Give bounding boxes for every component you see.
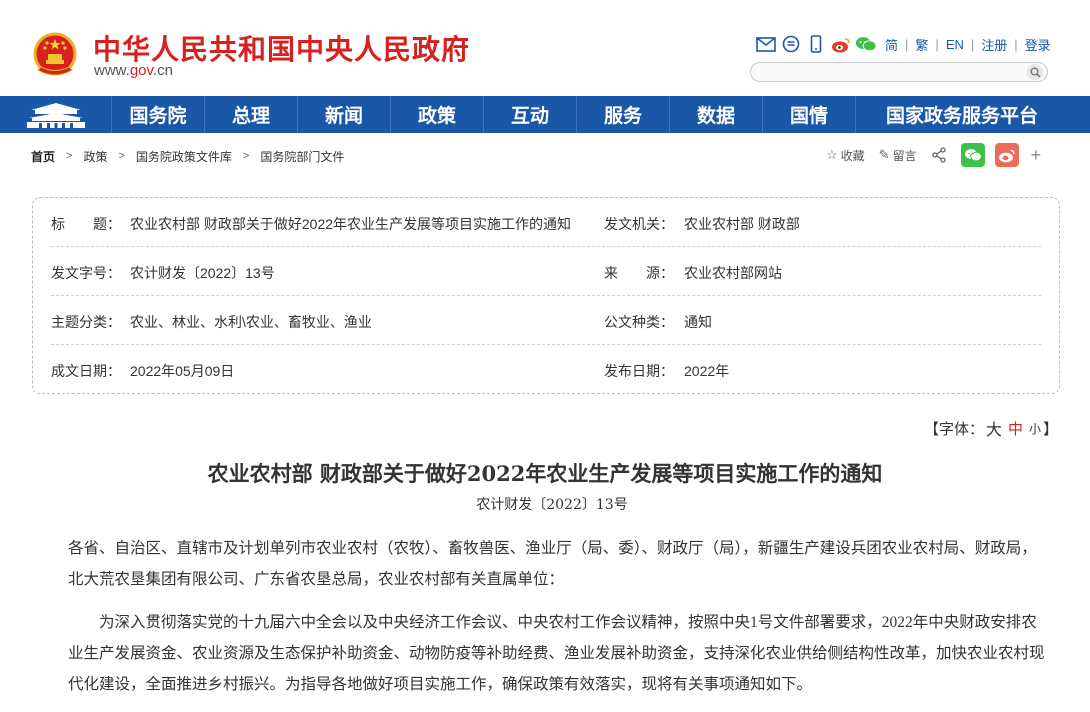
font-size-control: 【字体： 大 中 小 】 <box>924 416 1058 440</box>
breadcrumb-home[interactable]: 首页 <box>31 148 55 165</box>
message-icon[interactable] <box>780 34 802 54</box>
nav-item-premier[interactable]: 总理 <box>205 96 298 133</box>
nav-item-data[interactable]: 数据 <box>670 96 763 133</box>
meta-label: 来 源： <box>604 265 674 281</box>
meta-label: 公文种类： <box>604 314 674 330</box>
meta-value: 农业农村部 财政部关于做好2022年农业生产发展等项目实施工作的通知 <box>130 216 572 232</box>
meta-row: 发文字号： 农计财发〔2022〕13号 来 源： 农业农村部网站 <box>51 247 1041 296</box>
link-separator: | <box>970 37 975 52</box>
link-login[interactable]: 登录 <box>1025 35 1051 54</box>
link-traditional[interactable]: 繁 <box>915 35 928 54</box>
meta-value: 2022年05月09日 <box>130 363 235 379</box>
meta-value: 农业农村部网站 <box>684 265 782 281</box>
site-url-suffix: .cn <box>152 62 173 79</box>
link-simplified[interactable]: 简 <box>885 35 898 54</box>
breadcrumb-policy[interactable]: 政策 <box>83 148 107 165</box>
meta-row: 成文日期： 2022年05月09日 发布日期： 2022年 <box>51 345 1041 394</box>
mail-icon[interactable] <box>755 34 777 54</box>
link-register[interactable]: 注册 <box>981 35 1007 54</box>
meta-value: 通知 <box>684 314 712 330</box>
comment-button[interactable]: ✎ 留言 <box>879 147 917 164</box>
search-icon <box>1030 67 1041 78</box>
meta-label: 发布日期： <box>604 363 674 379</box>
comment-label: 留言 <box>892 148 917 163</box>
share-weibo-button[interactable] <box>994 143 1019 167</box>
article-paragraph-addressees: 各省、自治区、直辖市及计划单列市农业农村（农牧）、畜牧兽医、渔业厅（局、委）、财… <box>68 540 1037 588</box>
share-icon[interactable] <box>931 147 947 163</box>
search-input[interactable] <box>761 64 1021 80</box>
font-size-suffix: 】 <box>1043 420 1059 438</box>
more-share-button[interactable]: + <box>1031 145 1042 166</box>
font-size-medium-button[interactable]: 中 <box>1008 418 1023 439</box>
nav-item-news[interactable]: 新闻 <box>298 96 391 133</box>
font-size-prefix: 【字体： <box>924 420 985 438</box>
nav-item-gov-service-platform[interactable]: 国家政务服务平台 <box>856 96 1068 133</box>
meta-label: 标 题： <box>51 216 121 232</box>
site-url-prefix: www. <box>94 62 130 79</box>
nav-home[interactable] <box>0 96 112 133</box>
meta-label: 发文机关： <box>604 216 674 232</box>
share-toolbar: ☆ 收藏 ✎ 留言 + <box>826 143 1041 167</box>
meta-value: 农业农村部 财政部 <box>684 216 800 232</box>
header-tool-icons <box>755 33 880 55</box>
link-separator: | <box>905 37 909 52</box>
nav-item-services[interactable]: 服务 <box>577 96 670 133</box>
meta-value: 2022年 <box>684 363 730 379</box>
meta-label: 主题分类： <box>51 314 121 330</box>
font-size-small-button[interactable]: 小 <box>1029 420 1041 437</box>
link-separator: | <box>935 37 939 52</box>
font-size-large-button[interactable]: 大 <box>986 416 1002 440</box>
breadcrumb-department-docs[interactable]: 国务院部门文件 <box>260 148 344 165</box>
article-paragraph-intro: 为深入贯彻落实党的十九届六中全会以及中央经济工作会议、中央农村工作会议精神，按照… <box>68 614 1045 693</box>
weibo-icon[interactable] <box>830 34 852 54</box>
link-separator: | <box>1014 37 1018 52</box>
header-links: 简 | 繁 | EN | 注册 | 登录 <box>885 35 1051 54</box>
breadcrumb-policy-library[interactable]: 国务院政策文件库 <box>136 148 232 165</box>
breadcrumb-separator: > <box>66 150 73 162</box>
wechat-icon <box>964 149 982 162</box>
tiananmen-icon <box>26 102 85 128</box>
nav-item-policy[interactable]: 政策 <box>391 96 484 133</box>
search-button[interactable] <box>1027 64 1043 80</box>
main-nav: 国务院 总理 新闻 政策 互动 服务 数据 国情 国家政务服务平台 <box>0 96 1090 133</box>
link-english[interactable]: EN <box>946 37 964 52</box>
meta-row: 标 题： 农业农村部 财政部关于做好2022年农业生产发展等项目实施工作的通知 … <box>51 198 1041 247</box>
share-wechat-button[interactable] <box>960 143 985 167</box>
search-box <box>750 62 1048 82</box>
nav-item-state-council[interactable]: 国务院 <box>112 96 205 133</box>
article-doc-number: 农计财发〔2022〕13号 <box>476 497 628 513</box>
national-emblem-icon[interactable] <box>30 30 80 80</box>
star-icon: ☆ <box>826 147 838 162</box>
weibo-icon <box>998 149 1015 162</box>
site-url[interactable]: www.gov.cn <box>94 62 173 79</box>
meta-label: 发文字号： <box>51 265 121 281</box>
site-header: 中华人民共和国中央人民政府 www.gov.cn 简 | 繁 | EN | 注册… <box>0 0 1090 96</box>
favorite-button[interactable]: ☆ 收藏 <box>826 147 865 164</box>
meta-label: 成文日期： <box>51 363 121 379</box>
nav-item-interaction[interactable]: 互动 <box>484 96 577 133</box>
breadcrumb-separator: > <box>118 150 125 162</box>
breadcrumb-separator: > <box>242 150 250 162</box>
nav-item-national-profile[interactable]: 国情 <box>763 96 856 133</box>
article-title: 农业农村部 财政部关于做好2022年农业生产发展等项目实施工作的通知 <box>207 461 883 486</box>
meta-value: 农业、林业、水利\农业、畜牧业、渔业 <box>130 314 372 330</box>
mobile-icon[interactable] <box>805 34 827 54</box>
site-url-highlight: gov <box>129 62 153 79</box>
wechat-icon[interactable] <box>855 34 877 54</box>
breadcrumb: 首页 > 政策 > 国务院政策文件库 > 国务院部门文件 <box>31 146 344 166</box>
favorite-label: 收藏 <box>840 148 865 163</box>
meta-row: 主题分类： 农业、林业、水利\农业、畜牧业、渔业 公文种类： 通知 <box>51 296 1041 345</box>
document-meta-table: 标 题： 农业农村部 财政部关于做好2022年农业生产发展等项目实施工作的通知 … <box>32 197 1060 394</box>
pencil-icon: ✎ <box>878 147 890 162</box>
meta-value: 农计财发〔2022〕13号 <box>130 265 275 281</box>
